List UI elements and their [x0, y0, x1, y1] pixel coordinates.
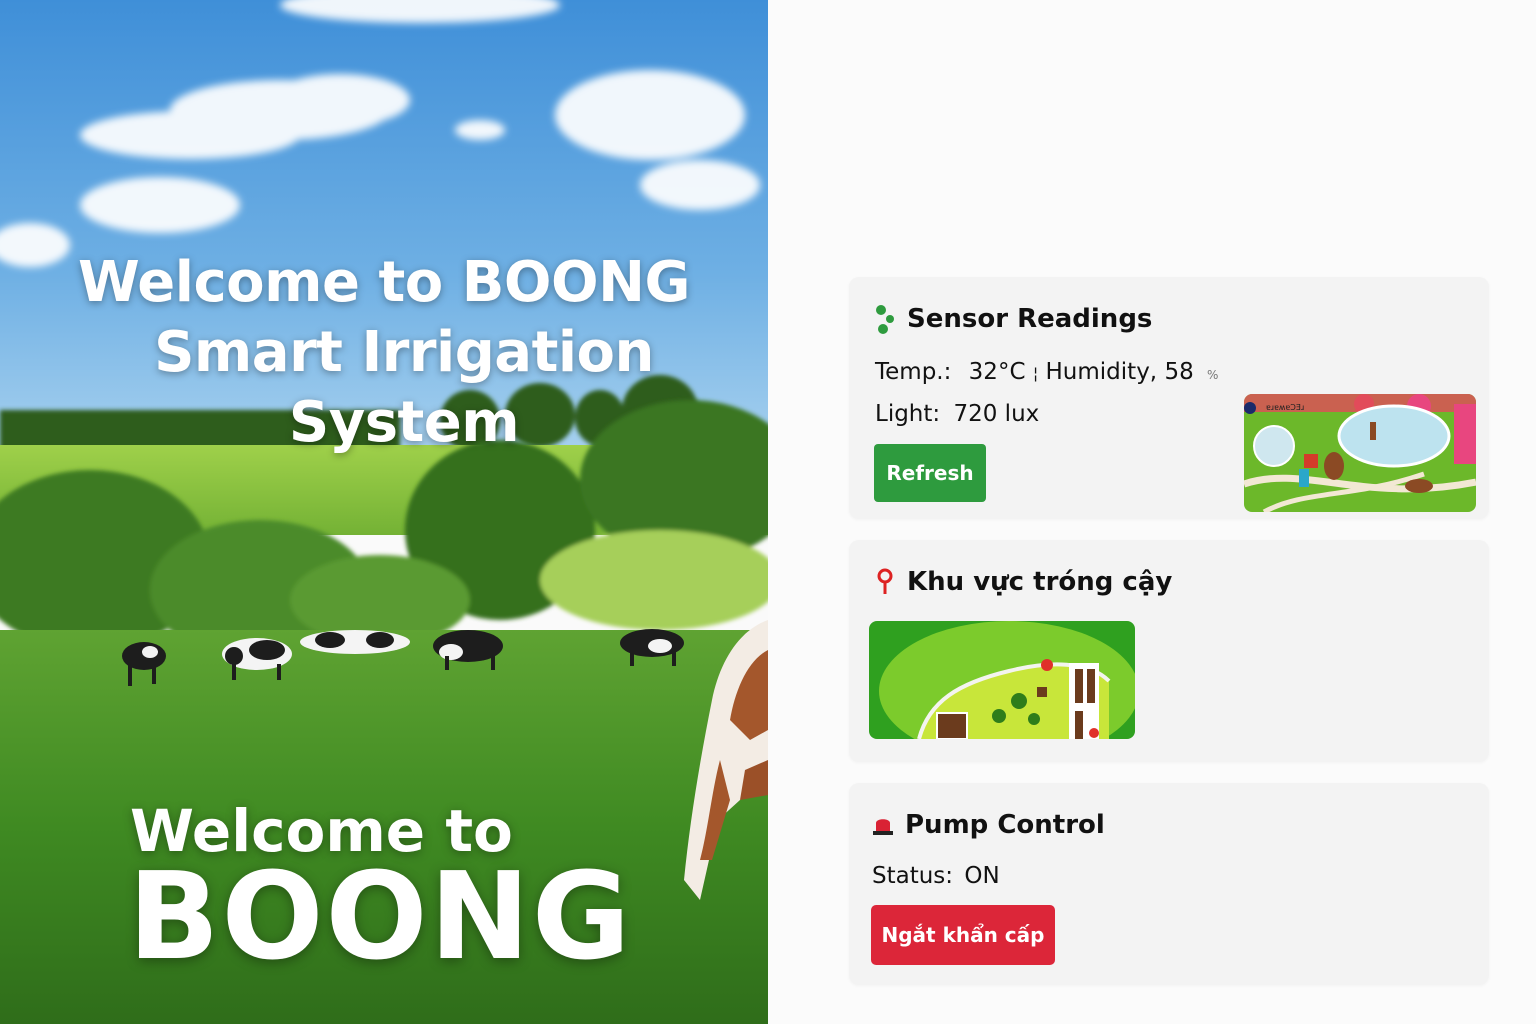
temp-humidity-line: Temp.: 32°C ¦ Humidity, 58 %	[875, 359, 1218, 385]
temp-value: 32°C	[968, 359, 1026, 385]
seedling-icon	[873, 303, 897, 335]
sensor-card-title: Sensor Readings	[873, 303, 1152, 335]
separator: ¦	[1032, 364, 1039, 383]
map-caption: ɐɹɐʍɐƆƎɹ	[1266, 403, 1304, 412]
humidity-label: Humidity,	[1045, 359, 1158, 385]
zone-map-thumbnail[interactable]	[869, 621, 1135, 739]
status-label: Status:	[872, 863, 954, 889]
location-pin-icon	[873, 566, 897, 598]
pump-title-text: Pump Control	[905, 810, 1105, 840]
refresh-button[interactable]: Refresh	[874, 444, 986, 502]
status-value: ON	[964, 863, 1000, 889]
hero-banner: Welcome to BOONG Smart Irrigation System…	[0, 0, 768, 1024]
dashboard-panel: Sensor Readings Temp.: 32°C ¦ Humidity, …	[768, 0, 1536, 1024]
sensor-readings-card: Sensor Readings Temp.: 32°C ¦ Humidity, …	[849, 277, 1489, 519]
hero-headline-line1: Welcome to BOONG	[78, 250, 690, 315]
light-label: Light:	[875, 401, 941, 427]
sensor-map-thumbnail: ɐɹɐʍɐƆƎɹ	[1244, 394, 1476, 512]
pump-control-card: Pump Control Status: ON Ngắt khẩn cấp	[849, 783, 1489, 985]
temp-label: Temp.:	[875, 359, 952, 385]
sensor-title-text: Sensor Readings	[907, 304, 1153, 334]
pump-status-line: Status: ON	[872, 863, 1000, 889]
emergency-stop-button[interactable]: Ngắt khẩn cấp	[871, 905, 1055, 965]
zone-card-title: Khu vực tróng cậy	[873, 566, 1172, 598]
humidity-unit: %	[1207, 368, 1219, 382]
light-line: Light: 720 lux	[875, 401, 1039, 427]
hero-headline: Welcome to BOONG Smart Irrigation System	[0, 248, 768, 458]
zone-title-text: Khu vực tróng cậy	[907, 567, 1173, 597]
hero-brand-name: BOONG	[128, 848, 633, 987]
light-value: 720 lux	[953, 401, 1040, 427]
hero-headline-line2: Smart Irrigation System	[154, 320, 654, 455]
alarm-light-icon	[871, 809, 895, 841]
pump-card-title: Pump Control	[871, 809, 1105, 841]
humidity-value: 58	[1164, 359, 1194, 385]
planting-zone-card: Khu vực tróng cậy	[849, 540, 1489, 762]
